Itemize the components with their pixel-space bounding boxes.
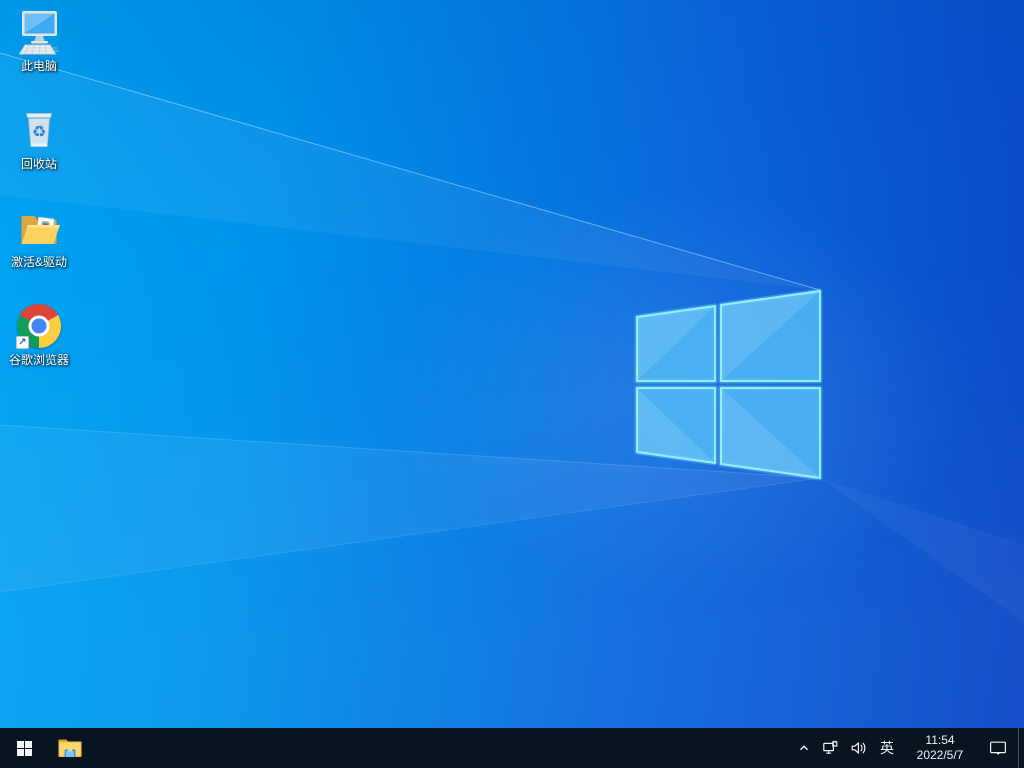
desktop-icon-label: 激活&驱动: [10, 255, 67, 269]
wallpaper-logo-icon: [0, 52, 1024, 622]
desktop-icon-label: 回收站: [20, 157, 57, 171]
network-icon: [823, 740, 838, 754]
action-center-button[interactable]: [978, 728, 1018, 768]
desktop-icon-recycle-bin[interactable]: ♻ 回收站: [2, 106, 76, 172]
volume-icon: [851, 742, 865, 754]
chevron-up-icon: [800, 745, 808, 751]
show-desktop-button[interactable]: [1018, 728, 1024, 768]
recycle-bin-icon: ♻: [15, 106, 63, 154]
taskbar: 英 11:54 2022/5/7: [0, 728, 1024, 768]
clock-date: 2022/5/7: [916, 748, 964, 762]
folder-open-icon: [15, 204, 63, 252]
desktop-icon-label: 谷歌浏览器: [8, 353, 69, 367]
desktop-icon-label: 此电脑: [20, 59, 57, 73]
desktop-icon-google-chrome[interactable]: 谷歌浏览器: [2, 302, 76, 368]
network-button[interactable]: [816, 728, 844, 768]
this-pc-icon: [15, 8, 63, 56]
ime-indicator[interactable]: 英: [872, 728, 902, 768]
clock[interactable]: 11:54 2022/5/7: [902, 728, 978, 768]
file-explorer-button[interactable]: [48, 728, 92, 768]
windows-logo-icon: [16, 740, 32, 756]
volume-button[interactable]: [844, 728, 872, 768]
desktop-surface[interactable]: 此电脑 ♻ 回收站 激活&驱动 ↗ 谷歌浏览器: [0, 0, 1024, 728]
desktop-icon-activation-drivers[interactable]: 激活&驱动: [2, 204, 76, 270]
chrome-icon: [15, 302, 63, 350]
ime-label: 英: [880, 740, 894, 756]
shortcut-arrow-icon: [16, 336, 29, 349]
system-tray: 英 11:54 2022/5/7: [792, 728, 1024, 768]
svg-text:♻: ♻: [32, 122, 46, 141]
start-button[interactable]: [0, 728, 48, 768]
action-center-icon: [990, 741, 1007, 755]
desktop-icon-this-pc[interactable]: 此电脑: [2, 8, 76, 74]
show-hidden-icons-button[interactable]: [792, 728, 816, 768]
file-explorer-icon: [58, 739, 82, 757]
clock-time: 11:54: [925, 733, 955, 747]
